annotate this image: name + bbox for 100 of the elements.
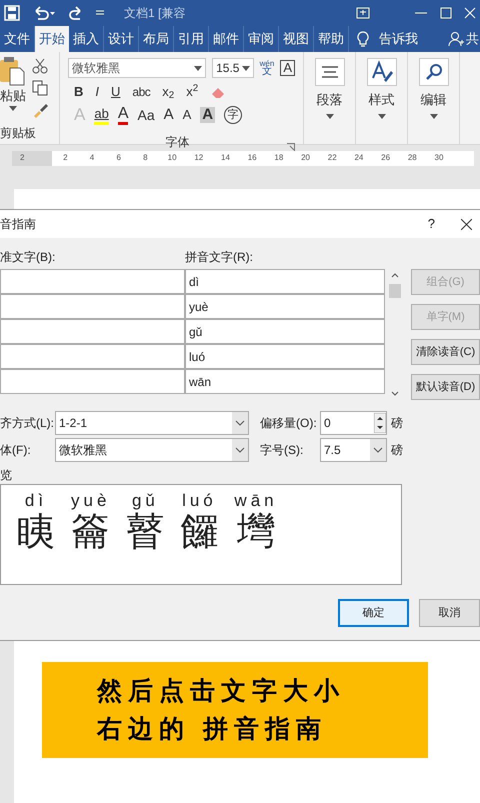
dialog-title: 音指南 xyxy=(0,216,36,233)
format-button[interactable]: x$_{2}$ xyxy=(162,82,174,102)
group-label[interactable]: 段落 xyxy=(316,90,342,110)
ribbon-group-button[interactable] xyxy=(366,58,396,86)
ok-button[interactable]: 确定 xyxy=(338,599,409,627)
caret-icon xyxy=(194,66,202,70)
ruby-text-field[interactable]: dì xyxy=(185,269,385,294)
font-size-field[interactable]: 15.5 xyxy=(212,58,254,78)
ribbon-display-icon[interactable] xyxy=(356,7,370,19)
pinyin-guide-button[interactable]: wén 文 xyxy=(260,60,274,76)
cancel-button[interactable]: 取消 xyxy=(419,599,480,627)
unit-label: 磅 xyxy=(391,442,403,459)
format-button[interactable]: I xyxy=(95,82,100,102)
ruler-number: 16 xyxy=(246,152,258,164)
base-text-field[interactable] xyxy=(0,294,185,319)
preview-character: 眱 xyxy=(17,511,55,553)
caret-icon xyxy=(378,114,386,118)
chevron-icon xyxy=(235,420,245,426)
dialog-side-button[interactable]: 默认读音(D) xyxy=(411,374,480,400)
field-label: 字号(S): xyxy=(260,442,304,459)
scrollbar-thumb[interactable] xyxy=(388,284,400,298)
spinner-icon[interactable] xyxy=(374,413,386,433)
chevron-icon xyxy=(373,447,383,453)
ruler-number: 6 xyxy=(115,152,122,164)
scroll-down-icon[interactable] xyxy=(390,391,398,396)
ruler-number: 2 xyxy=(12,150,52,166)
scroll-up-icon[interactable] xyxy=(390,273,398,278)
ruler-number: 14 xyxy=(220,152,231,164)
paste-label[interactable]: 粘贴 xyxy=(0,86,26,106)
field-label: 齐方式(L): xyxy=(0,415,55,432)
offset-spin-field[interactable]: 0 xyxy=(320,411,387,435)
preview-character: 壪 xyxy=(237,511,276,553)
field-label: 拼音文字(R): xyxy=(185,249,253,266)
styles-icon xyxy=(370,60,394,84)
font-effect-button[interactable]: ab xyxy=(94,106,109,124)
group-label: 字体 xyxy=(166,134,190,150)
caption-text: 右边的 拼音指南 xyxy=(97,715,328,743)
ruler-number: 12 xyxy=(193,152,204,164)
tell-me-button[interactable]: 告诉我 xyxy=(379,29,418,49)
font-effect-button[interactable]: A xyxy=(182,107,192,123)
caret-icon xyxy=(242,66,250,70)
person-icon xyxy=(448,31,464,47)
ribbon-group-button[interactable] xyxy=(314,58,344,86)
align-icon xyxy=(320,65,340,79)
format-button[interactable]: B xyxy=(74,82,84,102)
font-name-field[interactable]: 微软雅黑 xyxy=(68,58,206,78)
pinyin-text: yuè xyxy=(71,491,110,511)
ruler-number: 10 xyxy=(166,152,178,164)
font-effect-button[interactable]: A xyxy=(164,107,174,123)
font-effect-button[interactable]: A xyxy=(200,107,216,123)
font-effect-button[interactable]: Aa xyxy=(137,107,155,123)
preview-character: 籥 xyxy=(72,511,110,553)
ruler-number: 26 xyxy=(380,152,392,164)
pinyin-text: luó xyxy=(182,491,217,511)
maximize-icon[interactable] xyxy=(440,7,452,19)
share-button[interactable]: 共 xyxy=(466,26,479,52)
ruby-text-field[interactable]: yuè xyxy=(185,294,385,319)
base-text-field[interactable] xyxy=(0,319,185,344)
font-effect-button[interactable]: 字 xyxy=(224,106,242,124)
copy-icon[interactable] xyxy=(32,80,48,96)
preview-character: 饠 xyxy=(180,511,218,553)
ruler-number: 4 xyxy=(88,152,96,164)
dropdown-field[interactable]: 微软雅黑 xyxy=(55,438,249,462)
save-icon[interactable] xyxy=(4,5,20,21)
ribbon-tab[interactable]: 开始 xyxy=(35,26,69,52)
search-icon xyxy=(424,62,444,82)
group-label[interactable]: 编辑 xyxy=(420,90,446,110)
pinyin-text: gǔ xyxy=(132,491,159,511)
pinyin-text: dì xyxy=(24,491,48,511)
scissors-icon[interactable] xyxy=(32,58,48,74)
format-button[interactable]: x$^{2}$ xyxy=(186,82,198,102)
base-text-field[interactable] xyxy=(0,369,185,394)
dialog-launcher-icon[interactable] xyxy=(287,142,295,150)
ruler-number: 28 xyxy=(406,152,418,164)
brush-icon[interactable] xyxy=(32,102,48,118)
dialog-side-button[interactable]: 清除读音(C) xyxy=(411,339,480,365)
group-label: 剪贴板 xyxy=(0,125,37,142)
ruler-number: 30 xyxy=(434,152,444,164)
close-icon[interactable] xyxy=(461,218,472,230)
base-text-field[interactable] xyxy=(0,269,185,294)
caret-icon xyxy=(430,114,438,118)
dropdown-field[interactable]: 1-2-1 xyxy=(55,411,249,435)
format-button[interactable]: abc xyxy=(132,82,150,101)
format-button[interactable]: U xyxy=(111,82,120,102)
group-label[interactable]: 样式 xyxy=(368,90,394,110)
dropdown-field[interactable]: 7.5 xyxy=(320,438,387,462)
ruby-text-field[interactable]: luó xyxy=(185,344,385,369)
base-text-field[interactable] xyxy=(0,344,185,369)
preview-character: 瞽 xyxy=(126,511,164,553)
paste-icon[interactable] xyxy=(0,56,26,86)
lightbulb-icon xyxy=(357,31,369,47)
field-label: 体(F): xyxy=(0,442,32,459)
ribbon-group-button[interactable] xyxy=(418,58,448,86)
chevron-icon xyxy=(235,447,245,453)
help-button[interactable]: ? xyxy=(428,214,435,234)
font-effect-button[interactable]: A xyxy=(118,106,128,124)
ruby-text-field[interactable]: gǔ xyxy=(185,319,385,344)
character-border-button[interactable]: A xyxy=(280,60,295,76)
ruby-text-field[interactable]: wān xyxy=(185,369,385,394)
ruler-number: 8 xyxy=(142,152,149,164)
